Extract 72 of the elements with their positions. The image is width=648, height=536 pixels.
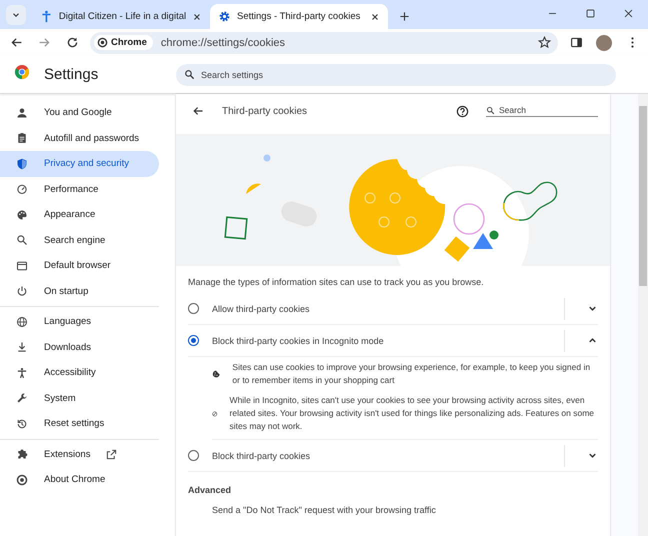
radio-button[interactable] <box>188 303 199 314</box>
detail-text: Sites can use cookies to improve your browsing experience, for example, to keep you signed in or to remember items in your shopping cart <box>232 361 592 387</box>
sidebar-item[interactable]: Search engine <box>0 228 159 253</box>
star-icon <box>538 36 550 49</box>
sidebar-item[interactable]: Privacy and security <box>0 151 159 176</box>
figure-icon <box>40 10 53 23</box>
close-icon <box>622 8 634 18</box>
accessibility-icon <box>16 366 28 379</box>
sidebar-item[interactable]: System <box>0 386 159 411</box>
history-icon <box>16 418 28 430</box>
radio-button[interactable] <box>188 335 199 346</box>
site-chip[interactable]: Chrome <box>94 35 153 50</box>
search-icon <box>486 106 495 114</box>
side-panel-icon <box>570 36 582 49</box>
puzzle-icon <box>16 448 28 460</box>
setting-label: Send a "Do Not Track" request with your browsing traffic <box>211 504 437 515</box>
url-text: chrome://settings/cookies <box>160 36 286 48</box>
sidebar-item[interactable]: Autofill and passwords <box>0 126 159 151</box>
wrench-icon <box>16 392 28 404</box>
chrome-logo-icon <box>16 474 28 486</box>
chrome-logo-icon <box>97 37 108 48</box>
search-field[interactable]: Search settings <box>176 64 616 86</box>
back-arrow-icon <box>10 36 22 49</box>
sidebar-item[interactable]: Accessibility <box>0 360 159 386</box>
sidebar-item[interactable]: About Chrome <box>0 467 159 492</box>
address-bar[interactable]: Chrome chrome://settings/cookies <box>90 32 558 54</box>
radio-button[interactable] <box>188 450 199 461</box>
cookie-icon <box>212 368 220 380</box>
gear-icon <box>218 10 231 23</box>
search-icon <box>16 234 28 246</box>
globe-icon <box>16 316 28 328</box>
settings-title: Settings <box>44 66 100 83</box>
gauge-icon <box>16 183 28 196</box>
forward-arrow-icon <box>38 36 50 49</box>
page-title: Third-party cookies <box>222 106 308 116</box>
sidebar-item[interactable]: Extensions <box>0 442 159 467</box>
browser-tab[interactable]: Digital Citizen - Life in a digital <box>32 4 210 29</box>
description-text: Manage the types of information sites can use to track you as you browse. <box>187 276 485 289</box>
detail-text: While in Incognito, sites can't use your cookies to see your browsing activity across sites, even related sites. Your browsing activity isn't used for things like personalizing ads. Features on some sites may not work. <box>230 394 596 433</box>
sidebar-item[interactable]: On startup <box>0 278 159 304</box>
power-icon <box>16 285 28 298</box>
search-icon <box>184 69 195 80</box>
plus-icon <box>398 10 410 22</box>
option-label: Allow third-party cookies <box>212 304 311 314</box>
maximize-icon <box>584 8 596 18</box>
browser-window-icon <box>16 260 28 272</box>
close-icon <box>370 12 380 22</box>
section-heading: Advanced <box>187 484 232 497</box>
avatar-icon <box>596 34 612 50</box>
scrollbar[interactable] <box>638 94 648 536</box>
sidebar-item[interactable]: Downloads <box>0 334 159 360</box>
sidebar-item[interactable]: Default browser <box>0 253 159 278</box>
sidebar-item[interactable]: Performance <box>0 176 159 202</box>
sidebar-item[interactable]: Appearance <box>0 202 159 228</box>
browser-tab[interactable]: Settings - Third-party cookies <box>210 4 388 29</box>
help-icon <box>456 104 468 118</box>
person-icon <box>16 106 28 119</box>
clipboard-icon <box>16 132 28 144</box>
chrome-logo-icon <box>14 64 30 80</box>
palette-icon <box>16 208 28 221</box>
sidebar-item[interactable]: Reset settings <box>0 411 159 436</box>
option-label: Block third-party cookies <box>212 450 312 460</box>
search-field[interactable]: Search <box>486 105 598 117</box>
sidebar-item[interactable]: You and Google <box>0 100 159 126</box>
shield-icon <box>16 158 28 170</box>
tab-search-button[interactable] <box>6 5 26 25</box>
close-icon <box>192 12 202 22</box>
reload-icon <box>66 36 78 49</box>
sidebar-item[interactable]: Languages <box>0 309 159 334</box>
option-label: Block third-party cookies in Incognito mode <box>212 336 385 346</box>
download-icon <box>16 341 28 354</box>
back-arrow-icon <box>192 105 204 117</box>
